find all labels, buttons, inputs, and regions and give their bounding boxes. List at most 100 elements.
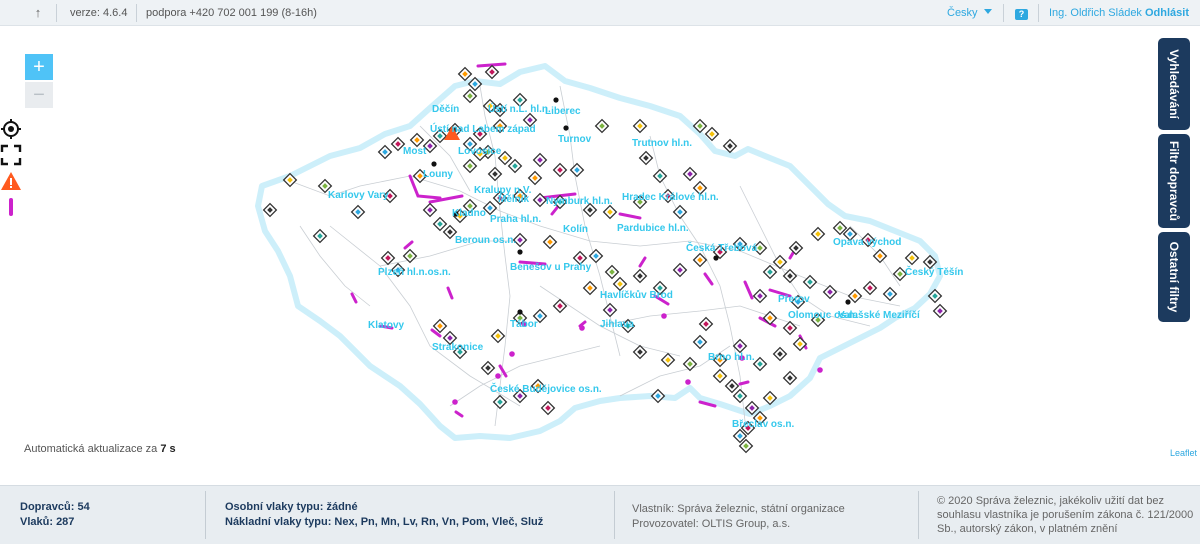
train-marker [822, 284, 838, 300]
city-label: České Budějovice os.n. [490, 384, 602, 395]
train-marker [732, 338, 748, 354]
train-marker [594, 118, 610, 134]
auto-update-label: Automatická aktualizace za [24, 443, 158, 455]
train-marker [712, 368, 728, 384]
help-button[interactable]: ? [1015, 0, 1028, 26]
train-marker [698, 316, 714, 332]
magenta-line-icon[interactable] [0, 196, 22, 218]
divider [56, 4, 57, 22]
city-label: Ústí nad Labem západ [430, 124, 536, 135]
train-marker [432, 318, 448, 334]
zoom-out-button[interactable]: − [25, 82, 53, 108]
city-label: Praha hl.n. [490, 214, 542, 225]
train-marker [527, 170, 543, 186]
station-dot [431, 161, 437, 167]
train-marker [487, 166, 503, 182]
divider [1038, 4, 1039, 22]
train-marker [484, 64, 500, 80]
train-marker [762, 264, 778, 280]
train-marker [652, 168, 668, 184]
train-marker [732, 388, 748, 404]
footer: Dopravců: 54 Vlaků: 287 Osobní vlaky typ… [0, 485, 1200, 544]
auto-update-countdown: 7 s [160, 443, 176, 455]
city-label: Hradec Králové hl.n. [622, 192, 719, 203]
city-label: Pardubice hl.n. [617, 223, 689, 234]
city-label: Kladno [452, 208, 486, 219]
logout-link[interactable]: Odhlásit [1145, 7, 1189, 19]
train-marker [682, 166, 698, 182]
scroll-up-icon[interactable]: ↑ [30, 0, 46, 26]
copyright-line: souhlasu vlastníka je porušením zákona č… [937, 509, 1194, 521]
train-marker [650, 388, 666, 404]
train-marker [377, 144, 393, 160]
warning-icon[interactable] [0, 170, 22, 192]
train-marker [542, 234, 558, 250]
divider [614, 491, 615, 539]
train-marker [638, 150, 654, 166]
closure-segment [703, 272, 714, 286]
train-marker [532, 152, 548, 168]
train-marker [602, 302, 618, 318]
train-marker [552, 298, 568, 314]
train-marker [802, 274, 818, 290]
train-marker [588, 248, 604, 264]
search-panel-label: Vyhledávání [1167, 49, 1181, 119]
closure-segment [738, 380, 750, 386]
help-icon: ? [1015, 9, 1028, 20]
train-marker [402, 248, 418, 264]
train-marker [552, 162, 568, 178]
train-marker [540, 400, 556, 416]
divider [1003, 4, 1004, 22]
user-name[interactable]: Ing. Oldřich Sládek [1049, 7, 1142, 19]
train-marker [582, 280, 598, 296]
city-label: Česká Třebová [686, 243, 758, 254]
locate-icon[interactable] [0, 118, 22, 140]
closure-segment [454, 410, 464, 418]
closure-segment [446, 286, 454, 300]
auto-update-status: Automatická aktualizace za 7 s [24, 443, 176, 455]
train-marker [672, 262, 688, 278]
carrier-filter-button[interactable]: Filtr dopravců [1158, 134, 1190, 228]
train-marker [462, 88, 478, 104]
city-label: Český Těšín [905, 267, 964, 278]
city-label: Brno hl.n. [708, 352, 755, 363]
train-marker [262, 202, 278, 218]
closure-point [685, 379, 691, 385]
fullscreen-icon[interactable] [0, 144, 22, 166]
city-label: Mělník [498, 194, 530, 205]
city-label: Trutnov hl.n. [632, 138, 692, 149]
train-marker [432, 216, 448, 232]
owner-info: Vlastník: Správa železnic, státní organi… [632, 503, 845, 515]
station-dot [563, 125, 569, 131]
closure-segment [618, 212, 642, 220]
city-label: Lovosice [458, 146, 502, 157]
zoom-in-button[interactable]: + [25, 54, 53, 80]
city-label: Kolín [563, 224, 588, 235]
city-label: Přerov [778, 294, 810, 305]
train-marker [380, 250, 396, 266]
city-label: Ústí n.L. hl.n. [488, 104, 551, 115]
leaflet-attribution[interactable]: Leaflet [1170, 448, 1197, 458]
closure-point [452, 399, 458, 405]
city-label: Louny [423, 169, 453, 180]
closure-segment [403, 240, 414, 250]
train-marker [409, 132, 425, 148]
train-marker [312, 228, 328, 244]
train-marker [782, 320, 798, 336]
station-dot [845, 299, 851, 305]
train-marker [682, 356, 698, 372]
copyright-line: © 2020 Správa železnic, jakékoliv užití … [937, 495, 1165, 507]
map-view[interactable]: Ústí n.L. hl.n. Liberec Děčín Ústí nad Labe… [0, 26, 1200, 484]
train-marker [847, 288, 863, 304]
other-filters-button[interactable]: Ostatní filtry [1158, 232, 1190, 322]
train-marker [660, 352, 676, 368]
city-label: Benešov u Prahy [510, 262, 592, 273]
train-marker [752, 288, 768, 304]
rail-line [739, 185, 871, 327]
closure-point [579, 325, 585, 331]
search-panel-button[interactable]: Vyhledávání [1158, 38, 1190, 130]
support-phone: podpora +420 702 001 199 (8-16h) [146, 7, 317, 19]
language-select[interactable]: Česky [947, 0, 992, 26]
map-canvas[interactable] [0, 26, 1200, 484]
train-marker [882, 286, 898, 302]
